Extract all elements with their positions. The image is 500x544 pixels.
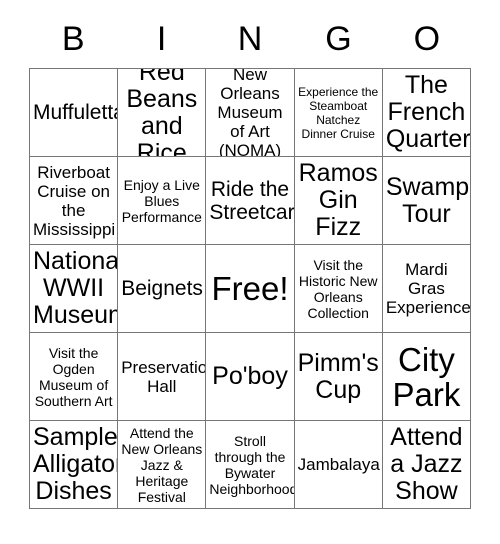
bingo-cell-label: Po'boy — [212, 362, 288, 390]
bingo-cell-label: Riverboat Cruise on the Mississippi — [33, 162, 116, 239]
bingo-cell-label: Free! — [211, 270, 289, 307]
bingo-cell[interactable]: Swamp Tour — [382, 157, 472, 245]
bingo-row: Sample Alligator Dishes Attend the New O… — [30, 421, 472, 509]
bingo-cell-label: Attend a Jazz Show — [390, 423, 463, 505]
bingo-cell-label: City Park — [392, 340, 461, 413]
bingo-cell-label: Muffuletta — [33, 101, 119, 124]
header-letter-g: G — [325, 20, 352, 58]
bingo-cell-label: Enjoy a Live Blues Performance — [121, 176, 202, 225]
bingo-cell-label: Jambalaya — [297, 455, 380, 474]
bingo-cell[interactable]: Attend the New Orleans Jazz & Heritage F… — [118, 421, 207, 509]
bingo-cell[interactable]: Beignets — [118, 245, 207, 333]
bingo-cell[interactable]: Jambalaya — [294, 421, 383, 509]
bingo-cell[interactable]: Visit the Historic New Orleans Collectio… — [294, 245, 383, 333]
bingo-cell[interactable]: Riverboat Cruise on the Mississippi — [30, 157, 119, 245]
bingo-cell-label: Swamp Tour — [385, 172, 470, 228]
bingo-row: Visit the Ogden Museum of Southern Art P… — [30, 333, 472, 421]
bingo-cell-label: Sample Alligator Dishes — [33, 423, 119, 505]
header-letter-o: O — [413, 20, 441, 58]
bingo-row: National WWII Museum Beignets Free! Visi… — [30, 245, 472, 333]
bingo-cell-label: New Orleans Museum of Art (NOMA) — [217, 69, 283, 157]
bingo-cell[interactable]: Muffuletta — [30, 69, 119, 157]
bingo-cell-free[interactable]: Free! — [206, 245, 295, 333]
bingo-grid: Muffuletta Red Beans and Rice New Orlean… — [29, 68, 472, 509]
bingo-cell-label: The French Quarter — [385, 71, 471, 153]
bingo-cell-label: National WWII Museum — [33, 247, 119, 329]
bingo-cell-label: Visit the Historic New Orleans Collectio… — [298, 256, 378, 321]
bingo-cell[interactable]: Ramos Gin Fizz — [294, 157, 383, 245]
bingo-cell[interactable]: Preservation Hall — [118, 333, 207, 421]
bingo-cell-label: Ramos Gin Fizz — [298, 159, 378, 241]
bingo-cell[interactable]: Attend a Jazz Show — [382, 421, 472, 509]
bingo-cell[interactable]: National WWII Museum — [30, 245, 119, 333]
header-letter-n: N — [237, 20, 263, 58]
bingo-cell[interactable]: Ride the Streetcars — [206, 157, 295, 245]
bingo-header: B I N G O — [29, 10, 471, 68]
bingo-cell[interactable]: City Park — [382, 333, 472, 421]
bingo-cell-label: Visit the Ogden Museum of Southern Art — [34, 344, 113, 409]
bingo-row: Riverboat Cruise on the Mississippi Enjo… — [30, 157, 472, 245]
header-letter-i: I — [156, 20, 167, 58]
bingo-cell[interactable]: Red Beans and Rice — [118, 69, 207, 157]
header-letter-b: B — [61, 20, 85, 58]
bingo-cell[interactable]: Pimm's Cup — [294, 333, 383, 421]
bingo-cell[interactable]: Sample Alligator Dishes — [30, 421, 119, 509]
bingo-cell-label: Red Beans and Rice — [126, 69, 198, 157]
bingo-cell[interactable]: Experience the Steamboat Natchez Dinner … — [294, 69, 383, 157]
bingo-card: B I N G O Muffuletta Red Beans and Rice … — [29, 10, 472, 509]
bingo-cell[interactable]: The French Quarter — [382, 69, 472, 157]
bingo-cell-label: Preservation Hall — [121, 357, 207, 396]
bingo-cell[interactable]: New Orleans Museum of Art (NOMA) — [206, 69, 295, 157]
bingo-cell-label: Mardi Gras Experience — [385, 260, 471, 317]
bingo-cell-label: Attend the New Orleans Jazz & Heritage F… — [121, 424, 203, 505]
bingo-cell-label: Stroll through the Bywater Neighborhood — [209, 432, 295, 497]
bingo-cell[interactable]: Po'boy — [206, 333, 295, 421]
bingo-cell-label: Pimm's Cup — [297, 348, 379, 404]
bingo-cell[interactable]: Mardi Gras Experience — [382, 245, 472, 333]
bingo-cell-label: Beignets — [121, 277, 203, 300]
bingo-cell-label: Experience the Steamboat Natchez Dinner … — [298, 84, 379, 141]
bingo-cell[interactable]: Visit the Ogden Museum of Southern Art — [30, 333, 119, 421]
bingo-cell[interactable]: Stroll through the Bywater Neighborhood — [206, 421, 295, 509]
bingo-cell[interactable]: Enjoy a Live Blues Performance — [118, 157, 207, 245]
bingo-row: Muffuletta Red Beans and Rice New Orlean… — [30, 69, 472, 157]
bingo-cell-label: Ride the Streetcars — [209, 177, 295, 224]
